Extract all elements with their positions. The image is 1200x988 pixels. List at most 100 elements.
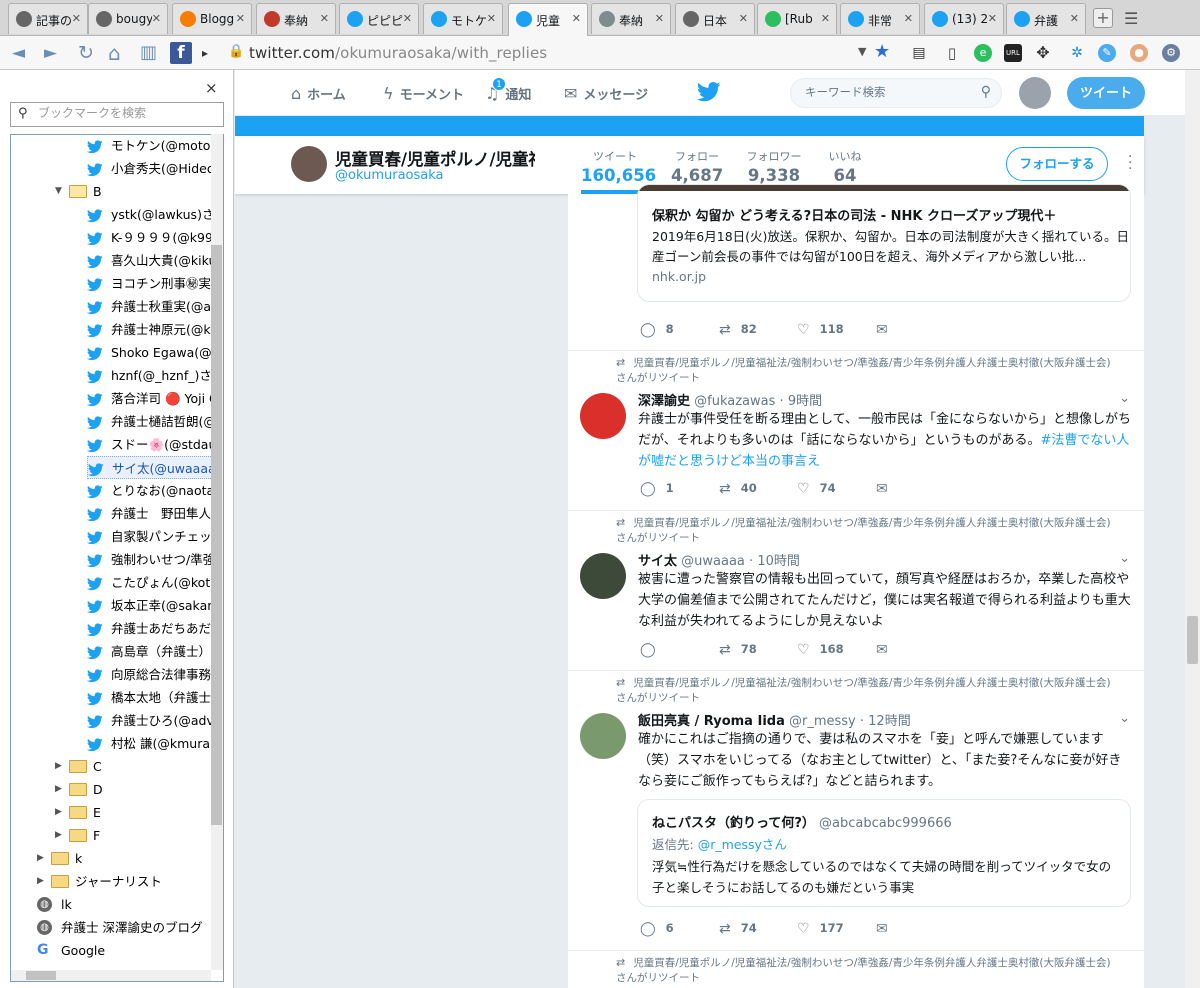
retweet-context[interactable]: ⇄ 児童買春/児童ポルノ/児童福祉法/強制わいせつ/準強姦/青少年条例弁護人弁護士… — [616, 675, 1116, 706]
browser-tab[interactable]: 奉納 ✕ — [591, 3, 671, 34]
bookmark-item[interactable]: 坂本正幸(@sakamoto) — [87, 594, 223, 617]
twitter-search-box[interactable]: ⚲ — [790, 78, 1002, 108]
url-text[interactable]: twitter.com/okumuraosaka/with_replies — [249, 44, 547, 62]
retweet-context[interactable]: ⇄ 児童買春/児童ポルノ/児童福祉法/強制わいせつ/準強姦/青少年条例弁護人弁護士… — [616, 955, 1116, 986]
settings-extension-icon[interactable]: ⚙ — [1162, 44, 1180, 62]
page-scrollbar[interactable] — [1185, 70, 1200, 988]
browser-tab[interactable]: (13) 2 ✕ — [924, 3, 1004, 34]
bookmark-search-box[interactable]: ⚲ — [10, 102, 224, 127]
search-icon[interactable]: ⚲ — [981, 84, 991, 100]
tweet[interactable]: ⇄ 児童買春/児童ポルノ/児童福祉法/強制わいせつ/準強姦/青少年条例弁護人弁護士… — [568, 350, 1144, 510]
bookmark-item[interactable]: 弁護士樋詰哲朗(@hizume) — [87, 410, 223, 433]
bookmark-folder[interactable]: ▶ D — [55, 778, 223, 801]
browser-tab[interactable]: ピピピ ✕ — [339, 3, 419, 34]
browser-tab[interactable]: bougy ✕ — [88, 3, 168, 34]
bookmark-item[interactable]: Shoko Egawa(@amneris84) — [87, 341, 223, 364]
dm-button[interactable]: ✉ — [876, 921, 898, 937]
close-tab-icon[interactable]: ✕ — [236, 12, 245, 25]
close-icon[interactable]: × — [205, 79, 218, 97]
close-tab-icon[interactable]: ✕ — [739, 12, 748, 25]
bookmark-folder[interactable]: ▶ C — [55, 755, 223, 778]
retweet-context[interactable]: ⇄ 児童買春/児童ポルノ/児童福祉法/強制わいせつ/準強姦/青少年条例弁護人弁護士… — [616, 515, 1116, 546]
bookmark-item[interactable]: 弁護士 野田隼人 — [87, 502, 223, 525]
bookmark-list-icon[interactable]: ▯ — [943, 44, 961, 62]
nav-home[interactable]: ⌂ ホーム — [291, 84, 346, 103]
bookmark-item[interactable]: 小倉秀夫(@Hideo_Ogura) — [87, 157, 223, 180]
stat-followers[interactable]: フォロワー 9,338 — [744, 148, 804, 185]
tweet-avatar[interactable] — [580, 713, 626, 759]
profile-handle[interactable]: @okumuraosaka — [335, 168, 444, 183]
follow-button[interactable]: フォローする — [1006, 147, 1108, 181]
bookmark-item[interactable]: 橋本太地（弁護士） — [87, 686, 223, 709]
dm-button[interactable]: ✉ — [876, 322, 898, 338]
sidebar-horizontal-scrollbar-thumb[interactable] — [26, 971, 56, 980]
bookmark-folder[interactable]: ▼ B — [55, 180, 223, 203]
bookmark-item[interactable]: 高島章（弁護士）(@ — [87, 640, 223, 663]
chevron-right-icon[interactable]: ▶ — [55, 778, 62, 801]
browser-tab[interactable]: Blogg ✕ — [172, 3, 252, 34]
sync-icon[interactable]: ✲ — [1068, 44, 1086, 62]
evernote-icon[interactable]: e — [974, 44, 992, 62]
bookmark-item[interactable]: 喜久山大貴(@kikuyama) — [87, 249, 223, 272]
close-tab-icon[interactable]: ✕ — [320, 12, 329, 25]
url-shortener-icon[interactable]: URL — [1004, 44, 1022, 62]
bookmark-item[interactable]: 弁護士あだちあだち — [87, 617, 223, 640]
close-tab-icon[interactable]: ✕ — [572, 12, 581, 25]
bookmark-item[interactable]: ヨコチン刑事㊙実況 — [87, 272, 223, 295]
nav-messages[interactable]: ✉ メッセージ — [564, 84, 648, 103]
reader-view-icon[interactable]: ▤ — [910, 44, 928, 62]
user-extension-icon[interactable]: ● — [1130, 44, 1148, 62]
overflow-arrow-icon[interactable]: ▸ — [202, 43, 208, 63]
bookmark-item[interactable]: G Google — [37, 939, 223, 962]
bookmark-item[interactable]: とりなお(@naotanaka) — [87, 479, 223, 502]
bookmark-item[interactable]: モトケン(@motoken_tw) — [87, 135, 223, 157]
like-button[interactable]: ♡ 118 — [797, 322, 844, 338]
reply-button[interactable]: ◯ 6 — [640, 921, 674, 937]
bookmark-item[interactable]: 弁護士ひろ(@advocate) — [87, 709, 223, 732]
tweet[interactable]: ⇄ 児童買春/児童ポルノ/児童福祉法/強制わいせつ/準強姦/青少年条例弁護人弁護士… — [568, 510, 1144, 670]
tweet-author[interactable]: 深澤諭史 @fukazawas · 9時間 — [638, 390, 822, 409]
quoted-tweet[interactable]: ねこパスタ（釣りって何?） @abcabcabc999666 返信先: @r_m… — [637, 799, 1131, 907]
browser-tab[interactable]: 児童 ✕ — [508, 3, 588, 36]
user-avatar[interactable] — [1019, 77, 1051, 109]
chevron-down-icon[interactable]: ⌄ — [1119, 551, 1130, 566]
retweet-context[interactable]: ⇄ 児童買春/児童ポルノ/児童福祉法/強制わいせつ/準強姦/青少年条例弁護人弁護士… — [616, 355, 1116, 386]
chevron-right-icon[interactable]: ▶ — [37, 847, 44, 870]
bookmark-item[interactable]: 強制わいせつ/準強姦 — [87, 548, 223, 571]
facebook-icon[interactable]: f — [170, 42, 192, 64]
profile-avatar[interactable] — [291, 146, 327, 182]
tweet-button[interactable]: ツイート — [1067, 77, 1145, 109]
bookmark-item[interactable]: 弁護士秋重実(@akishige) — [87, 295, 223, 318]
stat-following[interactable]: フォロー 4,687 — [671, 148, 723, 185]
twitter-search-input[interactable] — [805, 85, 965, 99]
chevron-right-icon[interactable]: ▶ — [55, 755, 62, 778]
bookmark-item[interactable]: hznf(@_hznf_)さん — [87, 364, 223, 387]
bookmark-search-input[interactable] — [38, 106, 218, 120]
browser-tab[interactable]: 非常 ✕ — [840, 3, 920, 34]
chevron-right-icon[interactable]: ▶ — [55, 801, 62, 824]
chevron-down-icon[interactable]: ▼ — [55, 180, 62, 203]
tweet-author[interactable]: サイ太 @uwaaaa · 10時間 — [638, 550, 800, 569]
close-tab-icon[interactable]: ✕ — [72, 12, 81, 25]
bookmark-item[interactable]: 落合洋司 🔴 Yoji Ochiai — [87, 387, 223, 410]
quoted-author[interactable]: ねこパスタ（釣りって何?） @abcabcabc999666 — [652, 812, 952, 831]
bookmark-folder[interactable]: ▶ ジャーナリスト — [37, 870, 223, 893]
browser-tab[interactable]: 日本 ✕ — [675, 3, 755, 34]
close-tab-icon[interactable]: ✕ — [821, 12, 830, 25]
back-button[interactable]: ◄ — [12, 43, 25, 63]
retweet-button[interactable]: ⇄ 82 — [719, 322, 757, 338]
new-tab-button[interactable]: + — [1093, 8, 1113, 28]
close-tab-icon[interactable]: ✕ — [1070, 12, 1079, 25]
chevron-right-icon[interactable]: ▶ — [37, 870, 44, 893]
bookmark-item[interactable]: こたぴょん(@kotapyon) — [87, 571, 223, 594]
retweet-button[interactable]: ⇄ 74 — [719, 921, 757, 937]
dm-button[interactable]: ✉ — [876, 642, 898, 658]
sidebar-scrollbar-thumb[interactable] — [211, 245, 222, 825]
reply-button[interactable]: ◯ 1 — [640, 481, 674, 497]
bookmark-item[interactable]: 向原総合法律事務所 — [87, 663, 223, 686]
bookmark-item[interactable]: 自家製パンチェッタ — [87, 525, 223, 548]
bookmark-item[interactable]: ◍ lk — [37, 893, 223, 916]
bookmark-item[interactable]: サイ太(@uwaaaa)さん — [87, 456, 223, 479]
like-button[interactable]: ♡ 177 — [797, 921, 844, 937]
library-button[interactable]: ▥ — [140, 43, 157, 63]
